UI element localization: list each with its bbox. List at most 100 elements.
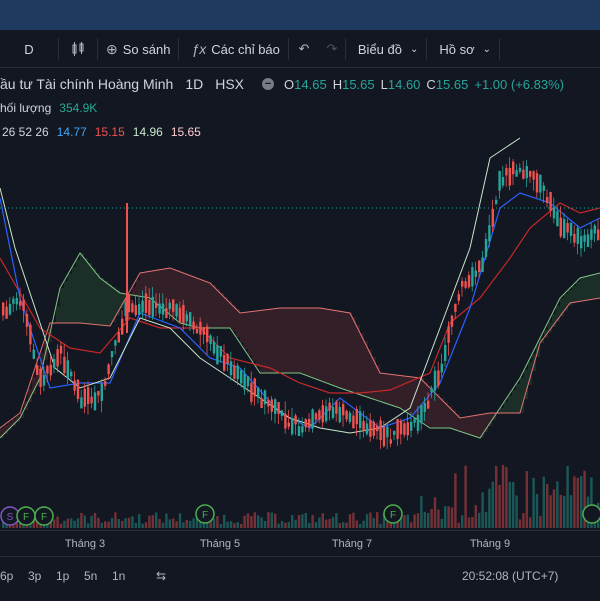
volume-bar	[580, 476, 582, 528]
volume-bar	[63, 521, 65, 528]
volume-bar	[240, 524, 242, 528]
price-chart[interactable]: SFFFF	[0, 128, 600, 530]
cloud-segment	[512, 390, 516, 413]
candle-body	[515, 170, 517, 177]
candle-body	[362, 421, 364, 431]
volume-bar	[152, 515, 154, 528]
interval-button[interactable]: D	[0, 31, 58, 67]
candle-body	[519, 168, 521, 172]
candle-body	[260, 398, 262, 408]
indicators-button[interactable]: ƒx Các chỉ báo	[179, 31, 287, 67]
candle-body	[396, 419, 398, 439]
candle-body	[451, 316, 453, 327]
cloud-segment	[196, 278, 200, 327]
range-1n-button[interactable]: 1n	[112, 569, 125, 583]
profile-menu-button[interactable]: Hồ sơ ⌄	[427, 31, 499, 67]
volume-bar	[485, 512, 487, 528]
candle-body	[549, 192, 551, 211]
cloud-segment	[252, 312, 256, 362]
event-marker	[583, 505, 600, 523]
candle-body	[216, 345, 218, 364]
function-icon: ƒx	[191, 41, 206, 57]
volume-bar	[237, 522, 239, 528]
volume-bar	[77, 518, 79, 528]
cloud-segment	[264, 310, 268, 373]
range-1p-button[interactable]: 1p	[56, 569, 69, 583]
date-range-icon[interactable]: ⇆	[156, 569, 166, 583]
candle-body	[128, 294, 130, 312]
cloud-segment	[260, 311, 264, 374]
candle-body	[243, 374, 245, 390]
volume-bar	[420, 496, 422, 528]
candle-body	[288, 423, 290, 427]
volume-bar	[298, 515, 300, 528]
range-6p-button[interactable]: 6p	[0, 569, 13, 583]
time-tick: Tháng 7	[332, 538, 372, 550]
candle-body	[454, 304, 456, 312]
compare-button[interactable]: ⊕ So sánh	[98, 31, 178, 67]
high-value: 15.65	[342, 77, 375, 92]
candle-body	[328, 403, 330, 411]
volume-bar	[257, 515, 259, 528]
range-3p-button[interactable]: 3p	[28, 569, 41, 583]
volume-bar	[124, 518, 126, 528]
candle-body	[325, 406, 327, 421]
toolbar-divider	[499, 38, 500, 60]
collapse-icon[interactable]: −	[262, 78, 274, 90]
volume-bar	[118, 519, 120, 528]
volume-bar	[131, 516, 133, 528]
chart-menu-button[interactable]: Biểu đồ ⌄	[346, 31, 426, 67]
candle-body	[63, 357, 65, 373]
cloud-segment	[60, 288, 64, 323]
cloud-segment	[352, 317, 356, 392]
change-value: +1.00 (+6.83%)	[474, 77, 564, 92]
event-marker-label: F	[202, 510, 208, 521]
cloud-segment	[516, 384, 520, 413]
volume-bar	[226, 522, 228, 528]
cloud-segment	[216, 289, 220, 328]
chart-type-button[interactable]	[59, 31, 97, 67]
cloud-segment	[476, 415, 480, 436]
candle-body	[138, 304, 140, 315]
volume-bar	[549, 495, 551, 528]
volume-bar	[318, 518, 320, 528]
event-marker-label: S	[7, 512, 14, 523]
volume-bar	[461, 515, 463, 528]
candle-body	[543, 186, 545, 191]
candle-body	[70, 372, 72, 376]
candle-body	[570, 223, 572, 236]
candle-body	[308, 419, 310, 427]
volume-bar	[175, 521, 177, 528]
redo-button[interactable]: ↷	[319, 31, 345, 67]
volume-bar	[325, 520, 327, 528]
volume-bar	[495, 466, 497, 528]
candle-body	[240, 370, 242, 383]
time-axis[interactable]: Tháng 3 Tháng 5 Tháng 7 Tháng 9	[0, 530, 600, 557]
undo-button[interactable]: ↶	[289, 31, 319, 67]
candle-body	[413, 419, 415, 423]
candle-body	[145, 293, 147, 312]
volume-bar	[169, 519, 171, 528]
cloud-segment	[356, 325, 360, 393]
candle-body	[305, 419, 307, 427]
candle-body	[522, 170, 524, 179]
candle-body	[196, 329, 198, 333]
cloud-segment	[256, 311, 260, 367]
candle-body	[376, 426, 378, 431]
candle-body	[505, 168, 507, 175]
range-5n-button[interactable]: 5n	[84, 569, 97, 583]
candle-body	[495, 200, 497, 204]
volume-bar	[366, 514, 368, 528]
candle-body	[315, 413, 317, 419]
clock-readout[interactable]: 20:52:08 (UTC+7)	[462, 569, 558, 583]
volume-bar	[376, 512, 378, 528]
chart-menu-label: Biểu đồ	[358, 42, 402, 57]
volume-bar	[471, 517, 473, 528]
volume-row[interactable]: hối lượng 354.9K	[0, 96, 564, 120]
cloud-segment	[472, 416, 476, 435]
cloud-segment	[288, 308, 292, 373]
cloud-segment	[276, 309, 280, 374]
event-marker-label: F	[41, 512, 47, 523]
chevron-down-icon: ⌄	[410, 44, 418, 55]
symbol-row[interactable]: ầu tư Tài chính Hoàng Minh 1D HSX − O14.…	[0, 72, 564, 96]
